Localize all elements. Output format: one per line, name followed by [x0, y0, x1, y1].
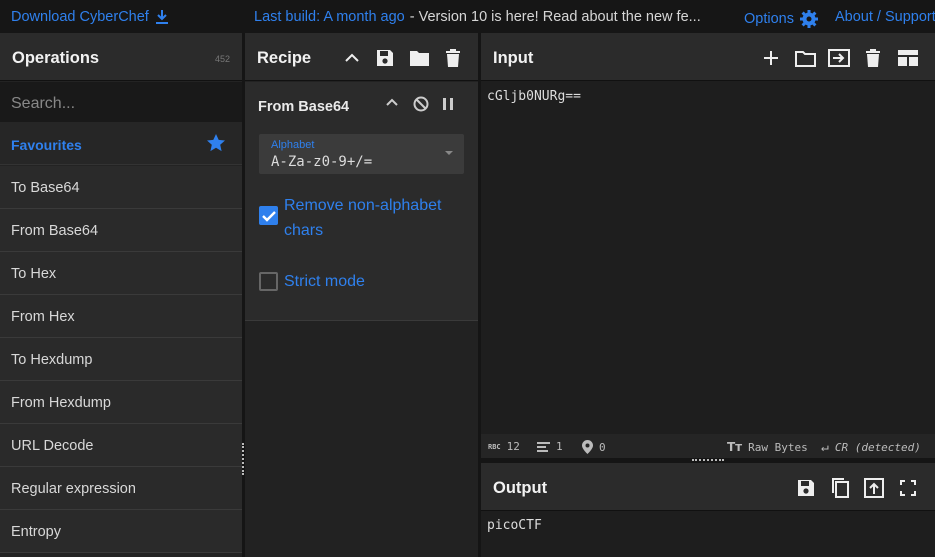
op-to-hexdump[interactable]: To Hexdump	[0, 338, 242, 381]
length-stat: RBC 12	[488, 440, 520, 453]
download-icon	[154, 9, 170, 25]
version-notice: - Version 10 is here! Read about the new…	[409, 9, 701, 25]
trash-icon[interactable]	[862, 47, 884, 69]
search-input[interactable]: Search...	[0, 82, 242, 122]
maximise-icon[interactable]	[897, 477, 919, 499]
strict-mode-label[interactable]: Strict mode	[284, 269, 459, 294]
strict-mode-checkbox[interactable]	[259, 272, 278, 291]
eol-stat[interactable]: ↵ CR (detected)	[821, 440, 921, 455]
operations-header: Operations 452	[0, 33, 242, 81]
save-output-icon[interactable]	[795, 477, 817, 499]
download-link[interactable]: Download CyberChef	[11, 9, 170, 25]
layout-icon[interactable]	[897, 47, 919, 69]
encoding-stat[interactable]: Tт Raw Bytes	[727, 440, 808, 454]
op-to-hex[interactable]: To Hex	[0, 252, 242, 295]
position-stat: 0	[582, 440, 606, 454]
lines-icon	[537, 441, 550, 452]
dropdown-caret-icon	[445, 151, 453, 155]
op-url-decode[interactable]: URL Decode	[0, 424, 242, 467]
return-icon: ↵	[821, 440, 829, 455]
about-link[interactable]: About / Support	[835, 9, 935, 25]
replace-input-icon[interactable]	[863, 477, 885, 499]
top-bar: Download CyberChef Last build: A month a…	[0, 0, 935, 33]
operations-count: 452	[214, 54, 230, 64]
folder-icon[interactable]	[408, 47, 430, 69]
location-pin-icon	[582, 440, 593, 454]
about-label: About / Support	[835, 9, 935, 25]
resize-grip[interactable]	[242, 443, 244, 475]
op-to-base64[interactable]: To Base64	[0, 166, 242, 209]
chevron-up-icon[interactable]	[341, 47, 363, 69]
output-header: Output	[481, 463, 935, 511]
checkmark-icon	[262, 211, 276, 222]
gear-icon	[799, 9, 819, 29]
operations-title: Operations	[12, 49, 100, 67]
eol-value: CR (detected)	[834, 441, 921, 454]
operations-panel: Operations 452 Search... Favourites To B…	[0, 33, 242, 557]
recipe-title: Recipe	[257, 49, 312, 67]
recipe-panel: Recipe From Base64 Alphabet A-Za-z0-9+/=	[245, 33, 478, 557]
op-from-hex[interactable]: From Hex	[0, 295, 242, 338]
options-label: Options	[744, 11, 794, 27]
op-regular-expression[interactable]: Regular expression	[0, 467, 242, 510]
remove-non-alphabet-label[interactable]: Remove non-alphabet chars	[284, 193, 459, 243]
output-text[interactable]: picoCTF	[481, 511, 935, 557]
pause-icon[interactable]	[442, 97, 454, 111]
output-title: Output	[493, 479, 548, 497]
chevron-up-icon[interactable]	[386, 98, 398, 108]
text-encoding-icon: Tт	[727, 440, 743, 454]
position-value: 0	[599, 440, 606, 454]
trash-icon[interactable]	[442, 47, 464, 69]
copy-icon[interactable]	[829, 477, 851, 499]
alphabet-label: Alphabet	[271, 139, 315, 151]
alphabet-select[interactable]: Alphabet A-Za-z0-9+/=	[259, 134, 464, 174]
op-from-base64[interactable]: From Base64	[0, 209, 242, 252]
input-header: Input	[481, 33, 935, 81]
remove-non-alphabet-checkbox[interactable]	[259, 206, 278, 225]
build-notice[interactable]: Last build: A month ago - Version 10 is …	[254, 9, 701, 25]
op-from-hexdump[interactable]: From Hexdump	[0, 381, 242, 424]
from-base64-operation: From Base64 Alphabet A-Za-z0-9+/= Remove…	[245, 82, 478, 321]
op-entropy[interactable]: Entropy	[0, 510, 242, 553]
recipe-header: Recipe	[245, 33, 478, 81]
input-textarea[interactable]: cGljb0NURg==	[481, 82, 935, 434]
abc-icon: RBC	[488, 442, 501, 451]
length-value: 12	[506, 440, 520, 453]
operation-name: From Base64	[258, 99, 350, 115]
load-file-icon[interactable]	[828, 47, 850, 69]
favourites-category[interactable]: Favourites	[0, 122, 242, 165]
input-title: Input	[493, 49, 534, 67]
lines-stat: 1	[537, 440, 563, 453]
download-label: Download CyberChef	[11, 9, 149, 25]
resize-grip[interactable]	[692, 459, 724, 461]
input-status-bar: RBC 12 1 0 Tт Raw Bytes ↵ CR (detected)	[481, 434, 935, 458]
plus-icon[interactable]	[760, 47, 782, 69]
favourites-label: Favourites	[11, 137, 82, 153]
options-button[interactable]: Options	[744, 9, 819, 29]
save-recipe-icon[interactable]	[374, 47, 396, 69]
open-folder-icon[interactable]	[794, 47, 816, 69]
star-icon[interactable]	[206, 133, 226, 153]
lines-value: 1	[556, 440, 563, 453]
last-build-link[interactable]: Last build: A month ago	[254, 9, 405, 25]
alphabet-value: A-Za-z0-9+/=	[271, 154, 373, 170]
io-panel: Input cGljb0NURg== RBC 12 1 0 Tт Raw Byt…	[481, 33, 935, 557]
encoding-value: Raw Bytes	[748, 440, 808, 454]
disable-icon[interactable]	[413, 96, 429, 112]
